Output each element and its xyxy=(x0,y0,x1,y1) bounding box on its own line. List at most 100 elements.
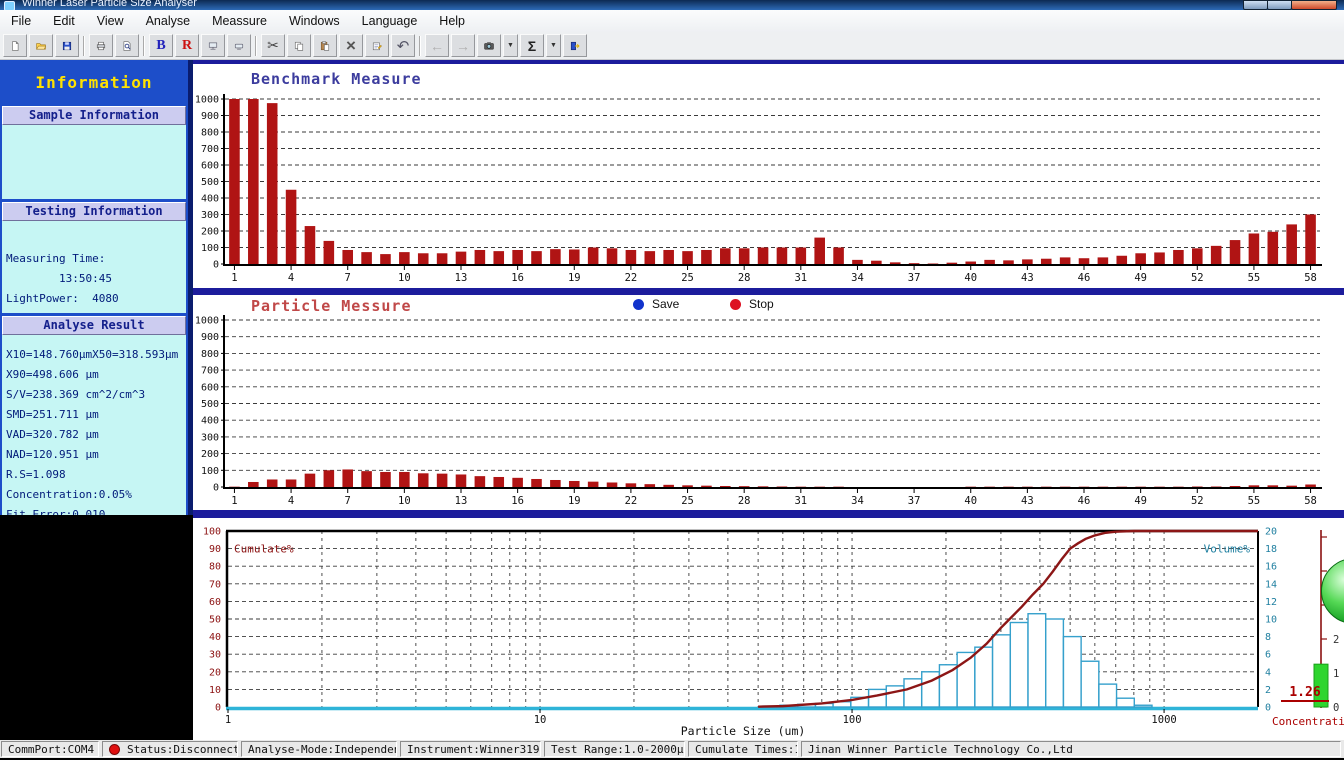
status-item-1: CommPort:COM4 xyxy=(1,741,99,757)
info-line: R.S=1.098 xyxy=(2,465,186,485)
new-document-icon[interactable] xyxy=(3,34,27,57)
device-settings-icon[interactable] xyxy=(227,34,251,57)
distribution-chart: 010203040506070809010002468101214161820C… xyxy=(193,518,1344,740)
info-line: SMD=251.711 μm xyxy=(2,405,186,425)
sidebar-header-testing-information[interactable]: Testing Information xyxy=(2,202,186,221)
svg-text:37: 37 xyxy=(908,495,921,507)
undo-icon[interactable]: ↶ xyxy=(391,34,415,57)
svg-text:600: 600 xyxy=(201,382,219,393)
svg-text:19: 19 xyxy=(568,495,581,507)
svg-text:7: 7 xyxy=(345,495,351,507)
svg-text:100: 100 xyxy=(203,527,221,538)
info-line: Measuring Time: xyxy=(2,249,186,269)
menu-item-file[interactable]: File xyxy=(0,11,42,31)
svg-text:1: 1 xyxy=(231,495,237,507)
information-panel-title: Information xyxy=(0,60,188,103)
svg-text:10: 10 xyxy=(1265,615,1277,626)
camera-dropdown-icon[interactable]: ▼ xyxy=(503,34,518,57)
menu-item-help[interactable]: Help xyxy=(428,11,476,31)
concentration-label: Concentration xyxy=(1272,715,1344,728)
svg-text:1000: 1000 xyxy=(195,316,219,327)
toolbar-separator xyxy=(419,36,421,56)
sum-icon[interactable]: Σ xyxy=(520,34,544,57)
svg-text:70: 70 xyxy=(209,579,221,590)
status-item-6: Cumulate Times:10 xyxy=(688,741,798,757)
svg-text:100: 100 xyxy=(843,714,862,726)
print-icon[interactable] xyxy=(89,34,113,57)
svg-text:52: 52 xyxy=(1191,495,1204,507)
svg-text:80: 80 xyxy=(209,562,221,573)
delete-icon[interactable]: × xyxy=(339,34,363,57)
exit-icon[interactable] xyxy=(563,34,587,57)
svg-text:40: 40 xyxy=(209,632,221,643)
svg-text:16: 16 xyxy=(1265,562,1277,573)
app-icon xyxy=(4,1,15,10)
svg-text:37: 37 xyxy=(908,272,921,284)
menu-bar: FileEditViewAnalyseMeassureWindowsLangua… xyxy=(0,10,1344,33)
sidebar-header-analyse-result[interactable]: Analyse Result xyxy=(2,316,186,335)
back-icon[interactable]: ← xyxy=(425,34,449,57)
bold-b-icon[interactable]: B xyxy=(149,34,173,57)
svg-text:43: 43 xyxy=(1021,495,1034,507)
svg-text:55: 55 xyxy=(1248,272,1261,284)
properties-icon[interactable] xyxy=(365,34,389,57)
svg-text:0: 0 xyxy=(215,703,221,714)
benchmark-chart: 0100200300400500600700800900100014710131… xyxy=(193,64,1344,288)
minimize-button[interactable] xyxy=(1243,0,1268,10)
sidebar-body-1 xyxy=(2,125,186,199)
svg-text:22: 22 xyxy=(625,495,638,507)
status-bar: CommPort:COM4Status:DisconnectedAnalyse-… xyxy=(0,740,1344,758)
svg-text:0: 0 xyxy=(1333,702,1339,714)
menu-item-view[interactable]: View xyxy=(86,11,135,31)
svg-text:14: 14 xyxy=(1265,579,1277,590)
svg-text:2: 2 xyxy=(1333,634,1339,646)
legend-stop[interactable]: Stop xyxy=(730,297,774,311)
svg-text:13: 13 xyxy=(455,272,468,284)
svg-text:46: 46 xyxy=(1078,495,1091,507)
menu-item-meassure[interactable]: Meassure xyxy=(201,11,278,31)
svg-text:2: 2 xyxy=(1265,685,1271,696)
sum-dropdown-icon[interactable]: ▼ xyxy=(546,34,561,57)
svg-text:13: 13 xyxy=(455,495,468,507)
svg-text:18: 18 xyxy=(1265,544,1277,555)
print-preview-icon[interactable] xyxy=(115,34,139,57)
copy-icon[interactable] xyxy=(287,34,311,57)
particle-chart-panel: Particle Messure Save Stop 0100200300400… xyxy=(193,295,1344,510)
svg-text:0: 0 xyxy=(213,483,219,494)
svg-text:Cumulate%: Cumulate% xyxy=(234,543,294,556)
maximize-button[interactable] xyxy=(1267,0,1292,10)
info-line: X10=148.760μmX50=318.593μm xyxy=(2,345,186,365)
toolbar-separator xyxy=(83,36,85,56)
stop-indicator-icon xyxy=(730,299,741,310)
sidebar-body-2: Measuring Time: 13:50:45LightPower: 4080 xyxy=(2,221,186,313)
open-folder-icon[interactable] xyxy=(29,34,53,57)
svg-text:49: 49 xyxy=(1134,272,1147,284)
forward-icon[interactable]: → xyxy=(451,34,475,57)
cut-icon[interactable]: ✂ xyxy=(261,34,285,57)
save-icon[interactable] xyxy=(55,34,79,57)
svg-text:10: 10 xyxy=(398,495,411,507)
info-line: NAD=120.951 μm xyxy=(2,445,186,465)
svg-text:58: 58 xyxy=(1304,272,1317,284)
svg-text:1: 1 xyxy=(231,272,237,284)
menu-item-analyse[interactable]: Analyse xyxy=(135,11,201,31)
legend-save[interactable]: Save xyxy=(633,297,679,311)
menu-item-windows[interactable]: Windows xyxy=(278,11,351,31)
menu-item-edit[interactable]: Edit xyxy=(42,11,86,31)
svg-text:700: 700 xyxy=(201,366,219,377)
svg-text:60: 60 xyxy=(209,597,221,608)
window-title: Winner Laser Particle Size Analyser xyxy=(22,0,197,9)
information-panel: Information Sample Information Testing In… xyxy=(0,60,193,515)
svg-text:10: 10 xyxy=(534,714,547,726)
device-connect-icon[interactable] xyxy=(201,34,225,57)
bold-r-icon[interactable]: R xyxy=(175,34,199,57)
sidebar-header-sample-information[interactable]: Sample Information xyxy=(2,106,186,125)
svg-text:700: 700 xyxy=(201,144,219,155)
paste-icon[interactable] xyxy=(313,34,337,57)
svg-text:49: 49 xyxy=(1134,495,1147,507)
menu-item-language[interactable]: Language xyxy=(351,11,429,31)
close-button[interactable] xyxy=(1291,0,1337,10)
svg-text:800: 800 xyxy=(201,128,219,139)
svg-text:4: 4 xyxy=(288,495,294,507)
camera-icon[interactable] xyxy=(477,34,501,57)
